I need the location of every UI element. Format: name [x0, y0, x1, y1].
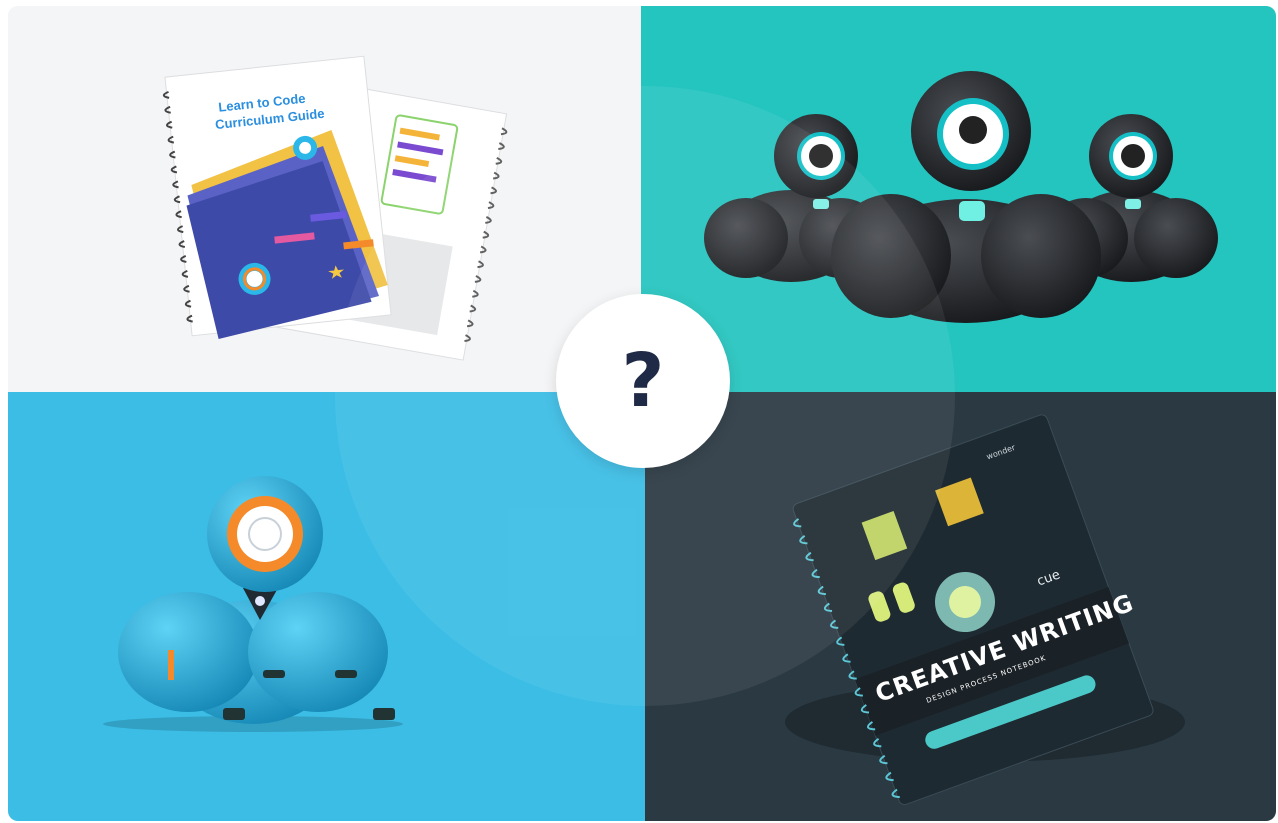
curriculum-guide-panel[interactable]: Learn to Code Curriculum Guide — [8, 6, 641, 392]
cue-robots-panel[interactable] — [641, 6, 1276, 392]
dash-robot-panel[interactable] — [8, 392, 645, 821]
creative-writing-notebook-image: wonder cue CREATIVE WRITING DESIGN PROCE… — [785, 414, 1185, 806]
question-badge: ? — [556, 294, 730, 468]
question-mark: ? — [621, 338, 665, 424]
creative-writing-panel[interactable]: wonder cue CREATIVE WRITING DESIGN PROCE… — [645, 392, 1276, 821]
product-comparison-card: Learn to Code Curriculum Guide wonder cu… — [8, 6, 1276, 821]
dash-robot-icon — [103, 476, 403, 732]
curriculum-guide-image: Learn to Code Curriculum Guide — [162, 55, 508, 361]
cue-robot-icon — [704, 71, 1218, 323]
